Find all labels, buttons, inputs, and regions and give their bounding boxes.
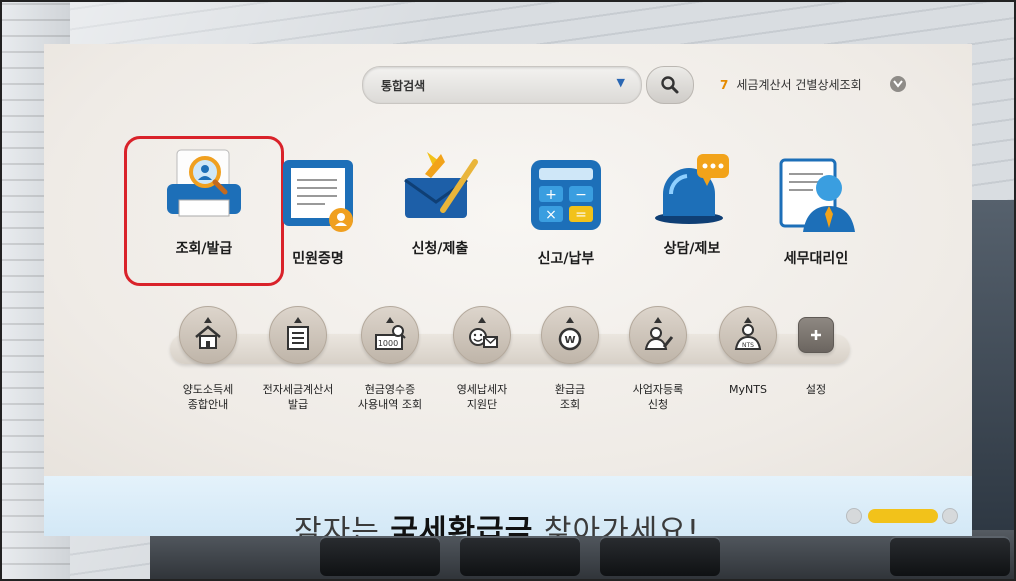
certificate-icon	[275, 154, 361, 240]
plus-icon	[798, 317, 834, 353]
chevron-down-icon	[893, 80, 903, 88]
menu-inquiry[interactable]: 조회/발급	[144, 144, 264, 258]
search-icon	[661, 76, 679, 94]
quick-label-line1: 양도소득세	[182, 383, 234, 396]
quick-label-line2: 사용내역 조회	[357, 398, 423, 411]
receipt-search-icon: 1000	[361, 306, 419, 364]
document-search-icon	[161, 144, 247, 230]
svg-text:=: =	[575, 207, 587, 223]
menu-apply[interactable]: 신청/제출	[380, 144, 500, 258]
quick-transfer[interactable]: 양도소득세종합안내	[160, 306, 256, 412]
quick-label-line2: 발급	[287, 398, 309, 411]
person-register-icon	[629, 306, 687, 364]
popular-rank: 7	[720, 78, 729, 92]
background-device	[970, 200, 1016, 530]
quick-label-line2: 신청	[647, 398, 669, 411]
menu-label: 상담/제보	[663, 241, 721, 257]
pager-active-bar[interactable]	[868, 509, 938, 523]
svg-text:NTS: NTS	[742, 342, 754, 349]
search-category-select[interactable]: 통합검색 ▼	[362, 66, 642, 104]
banner-text-post: 찾아가세요!	[533, 514, 700, 536]
search-category-label: 통합검색	[381, 79, 426, 93]
quick-smallbiz[interactable]: 영세납세자지원단	[434, 306, 530, 412]
svg-text:1000: 1000	[378, 339, 398, 348]
quick-label-line1: 사업자등록	[632, 383, 684, 396]
menu-label: 신청/제출	[411, 241, 469, 257]
popular-search-keyword[interactable]: 7 세금계산서 건별상세조회	[720, 76, 862, 93]
won-coin-icon: W	[541, 306, 599, 364]
background-calculator	[150, 530, 1016, 581]
banner-text-bold: 국세환급금	[390, 514, 534, 536]
quick-label-line2: 조회	[559, 398, 581, 411]
quick-label-line1: 영세납세자	[456, 383, 508, 396]
quick-settings[interactable]: 설정	[768, 306, 864, 397]
calculator-icon: + − × =	[523, 154, 609, 240]
quick-label-line1: 환급금	[554, 383, 586, 396]
agent-person-icon	[773, 154, 859, 240]
svg-text:×: ×	[545, 207, 557, 223]
quick-label-line2: 종합안내	[187, 398, 229, 411]
popular-toggle-button[interactable]	[890, 76, 906, 92]
menu-agent[interactable]: 세무대리인	[756, 154, 876, 268]
menu-label: 세무대리인	[783, 251, 849, 267]
svg-text:−: −	[575, 187, 587, 203]
house-icon	[179, 306, 237, 364]
pager-prev-dot[interactable]	[846, 508, 862, 524]
quick-label-line1: 현금영수증	[364, 383, 416, 396]
svg-text:+: +	[545, 187, 557, 203]
menu-label: 조회/발급	[175, 241, 233, 257]
search-button[interactable]	[646, 66, 694, 104]
quick-label-line1: 설정	[805, 383, 827, 396]
menu-consult[interactable]: 상담/제보	[632, 144, 752, 258]
invoice-icon	[269, 306, 327, 364]
quick-label-line1: MyNTS	[729, 383, 767, 396]
quick-cashreceipt[interactable]: 1000 현금영수증사용내역 조회	[342, 306, 438, 412]
menu-label: 신고/납부	[537, 251, 595, 267]
menu-certificate[interactable]: 민원증명	[258, 154, 378, 268]
chat-siren-icon	[649, 144, 735, 230]
menu-report[interactable]: + − × = 신고/납부	[506, 154, 626, 268]
support-icon	[453, 306, 511, 364]
menu-label: 민원증명	[292, 251, 344, 267]
quick-einvoice[interactable]: 전자세금계산서발급	[250, 306, 346, 412]
quick-refund[interactable]: W 환급금조회	[522, 306, 618, 412]
quick-label-line2: 지원단	[466, 398, 498, 411]
main-panel: 통합검색 ▼ 7 세금계산서 건별상세조회 조회/발급 민원증명 신청/제출 +…	[44, 44, 972, 476]
quick-label-line1: 전자세금계산서	[262, 383, 334, 396]
envelope-pencil-icon	[397, 144, 483, 230]
promo-banner[interactable]: 잠자는 국세환급금 찾아가세요!	[44, 476, 972, 536]
quick-bizreg[interactable]: 사업자등록신청	[610, 306, 706, 412]
pager-next-dot[interactable]	[942, 508, 958, 524]
dropdown-arrow-icon: ▼	[616, 76, 625, 89]
svg-text:W: W	[564, 335, 575, 346]
popular-text: 세금계산서 건별상세조회	[736, 78, 862, 92]
banner-text-pre: 잠자는	[294, 514, 391, 536]
